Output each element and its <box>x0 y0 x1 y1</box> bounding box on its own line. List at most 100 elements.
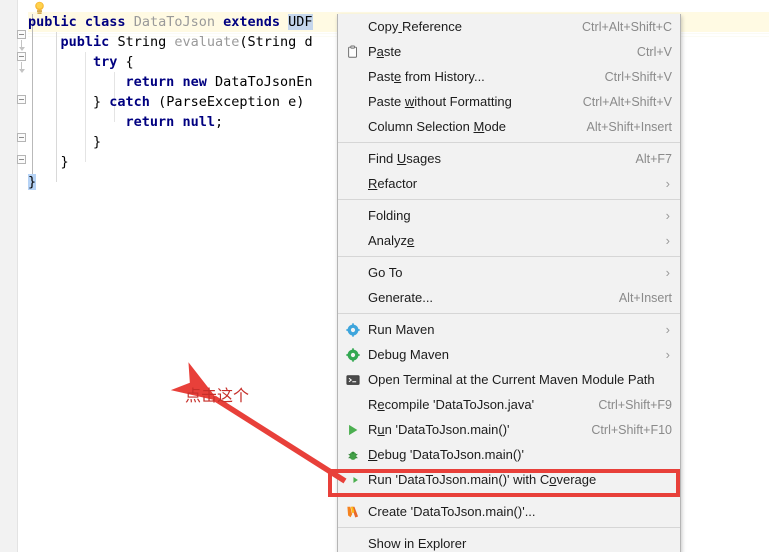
code-token: } <box>28 154 69 170</box>
editor-gutter[interactable] <box>0 0 18 552</box>
no-icon <box>338 64 368 89</box>
menu-item-label: Open Terminal at the Current Maven Modul… <box>368 372 655 387</box>
menu-item-label: Show in Explorer <box>368 536 467 551</box>
fold-marker[interactable] <box>17 95 26 104</box>
code-token: ; <box>214 114 224 130</box>
no-icon <box>338 228 368 253</box>
code-token: e) <box>280 94 305 110</box>
coverage-icon <box>338 467 368 492</box>
code-token: public <box>60 34 110 50</box>
code-line: public class DataToJson extends UDF <box>28 12 313 32</box>
code-token: try <box>93 54 118 70</box>
no-icon <box>338 392 368 417</box>
menu-item-paste-without-formatting[interactable]: Paste without Formatting Ctrl+Alt+Shift+V <box>338 89 680 114</box>
menu-item-label: Paste without Formatting <box>368 94 512 109</box>
code-token: ( <box>149 94 167 110</box>
menu-item-column-selection-mode[interactable]: Column Selection Mode Alt+Shift+Insert <box>338 114 680 139</box>
code-token: return <box>125 114 175 130</box>
menu-item-shortcut: Ctrl+V <box>636 44 672 59</box>
menu-item-label: Copy Reference <box>368 19 462 34</box>
menu-item-shortcut: Alt+Insert <box>618 290 672 305</box>
menu-item-analyze[interactable]: Analyze › <box>338 228 680 253</box>
code-line: } <box>28 172 313 192</box>
menu-item-label: Refactor <box>368 176 418 191</box>
menu-item-label: Run Maven <box>368 322 435 337</box>
submenu-chevron-icon: › <box>665 233 670 248</box>
menu-item-create-datatojson-main[interactable]: Create 'DataToJson.main()'... <box>338 499 680 524</box>
menu-item-label: Paste <box>368 44 402 59</box>
no-icon <box>338 114 368 139</box>
menu-item-shortcut: Ctrl+Shift+F10 <box>591 422 672 437</box>
code-token: public <box>28 14 77 30</box>
code-token: DataToJsonEn <box>215 74 313 90</box>
menu-item-run-datatojson-main-with-coverage[interactable]: Run 'DataToJson.main()' with Coverage <box>338 467 680 492</box>
menu-item-run-maven[interactable]: Run Maven › <box>338 317 680 342</box>
menu-item-shortcut: Alt+Shift+Insert <box>586 119 672 134</box>
no-icon <box>338 89 368 114</box>
code-token: class <box>84 14 126 30</box>
menu-separator <box>338 256 680 257</box>
editor-context-menu[interactable]: Copy Reference Ctrl+Alt+Shift+C Paste Ctrl+… <box>337 14 681 552</box>
menu-separator <box>338 495 680 496</box>
maven-debug-icon <box>338 342 368 367</box>
menu-item-paste[interactable]: Paste Ctrl+V <box>338 39 680 64</box>
menu-item-label: Find Usages <box>368 151 441 166</box>
code-line: return null; <box>28 112 313 132</box>
submenu-chevron-icon: › <box>665 322 670 337</box>
no-icon <box>338 146 368 171</box>
menu-item-label: Folding <box>368 208 411 223</box>
menu-item-label: Column Selection Mode <box>368 119 507 134</box>
menu-item-find-usages[interactable]: Find Usages Alt+F7 <box>338 146 680 171</box>
menu-item-run-datatojson-main[interactable]: Run 'DataToJson.main()' Ctrl+Shift+F10 <box>338 417 680 442</box>
menu-separator <box>338 142 680 143</box>
menu-item-debug-datatojson-main[interactable]: Debug 'DataToJson.main()' <box>338 442 680 467</box>
submenu-chevron-icon: › <box>665 176 670 191</box>
menu-item-open-terminal-at-the-current-maven-module-path[interactable]: Open Terminal at the Current Maven Modul… <box>338 367 680 392</box>
code-token: } <box>28 174 37 190</box>
menu-item-recompile-datatojson-java[interactable]: Recompile 'DataToJson.java' Ctrl+Shift+F9 <box>338 392 680 417</box>
fold-marker[interactable] <box>17 52 26 61</box>
fold-tail <box>19 62 25 73</box>
menu-separator <box>338 199 680 200</box>
menu-item-label: Create 'DataToJson.main()'... <box>368 504 536 519</box>
menu-item-go-to[interactable]: Go To › <box>338 260 680 285</box>
fold-marker[interactable] <box>17 133 26 142</box>
no-icon <box>338 260 368 285</box>
submenu-chevron-icon: › <box>665 347 670 362</box>
menu-item-label: Go To <box>368 265 403 280</box>
menu-item-copy-reference[interactable]: Copy Reference Ctrl+Alt+Shift+C <box>338 14 680 39</box>
no-icon <box>338 14 368 39</box>
menu-item-label: Debug 'DataToJson.main()' <box>368 447 524 462</box>
code-line: return new DataToJsonEn <box>28 72 313 92</box>
menu-item-label: Recompile 'DataToJson.java' <box>368 397 535 412</box>
menu-item-show-in-explorer[interactable]: Show in Explorer <box>338 531 680 552</box>
menu-item-shortcut: Ctrl+Alt+Shift+V <box>582 94 672 109</box>
fold-marker[interactable] <box>17 30 26 39</box>
code-token: return <box>125 74 175 90</box>
submenu-chevron-icon: › <box>665 265 670 280</box>
menu-item-shortcut: Ctrl+Shift+V <box>604 69 672 84</box>
code-token: DataToJson <box>133 14 215 30</box>
menu-item-refactor[interactable]: Refactor › <box>338 171 680 196</box>
code-token: ( <box>239 34 248 50</box>
menu-item-debug-maven[interactable]: Debug Maven › <box>338 342 680 367</box>
code-token: new <box>182 74 207 90</box>
code-token: } <box>28 94 102 110</box>
menu-item-generate[interactable]: Generate... Alt+Insert <box>338 285 680 310</box>
paste-icon <box>338 39 368 64</box>
menu-item-paste-from-history[interactable]: Paste from History... Ctrl+Shift+V <box>338 64 680 89</box>
no-icon <box>338 171 368 196</box>
source-code-text[interactable]: public class DataToJson extends UDF publ… <box>28 12 313 192</box>
menu-item-label: Paste from History... <box>368 69 485 84</box>
submenu-chevron-icon: › <box>665 208 670 223</box>
code-token: d <box>296 34 313 50</box>
fold-marker[interactable] <box>17 155 26 164</box>
menu-item-label: Debug Maven <box>368 347 449 362</box>
no-icon <box>338 531 368 552</box>
menu-item-shortcut: Ctrl+Alt+Shift+C <box>582 19 672 34</box>
menu-item-folding[interactable]: Folding › <box>338 203 680 228</box>
code-line: } <box>28 152 313 172</box>
